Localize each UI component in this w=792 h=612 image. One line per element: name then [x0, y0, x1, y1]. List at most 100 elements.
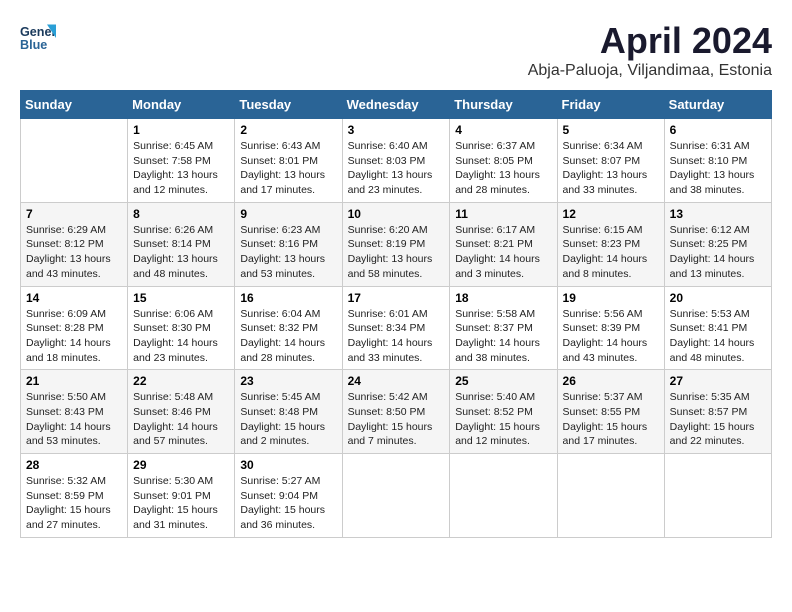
day-number: 11 — [455, 207, 551, 221]
day-info: Sunrise: 6:23 AMSunset: 8:16 PMDaylight:… — [240, 223, 336, 282]
day-number: 27 — [670, 374, 766, 388]
calendar-day-cell — [21, 119, 128, 203]
day-number: 6 — [670, 123, 766, 137]
calendar-day-cell: 2 Sunrise: 6:43 AMSunset: 8:01 PMDaylight… — [235, 119, 342, 203]
month-title: April 2024 — [528, 20, 772, 62]
calendar-day-cell: 14 Sunrise: 6:09 AMSunset: 8:28 PMDayligh… — [21, 286, 128, 370]
day-info: Sunrise: 6:45 AMSunset: 7:58 PMDaylight:… — [133, 139, 229, 198]
calendar-day-cell: 30 Sunrise: 5:27 AMSunset: 9:04 PMDayligh… — [235, 454, 342, 538]
day-number: 5 — [563, 123, 659, 137]
day-number: 18 — [455, 291, 551, 305]
day-number: 1 — [133, 123, 229, 137]
day-number: 16 — [240, 291, 336, 305]
calendar-day-cell: 1 Sunrise: 6:45 AMSunset: 7:58 PMDaylight… — [128, 119, 235, 203]
calendar-week-row: 7 Sunrise: 6:29 AMSunset: 8:12 PMDaylight… — [21, 202, 772, 286]
day-number: 20 — [670, 291, 766, 305]
title-area: April 2024 Abja-Paluoja, Viljandimaa, Es… — [528, 20, 772, 80]
day-info: Sunrise: 5:37 AMSunset: 8:55 PMDaylight:… — [563, 390, 659, 449]
day-info: Sunrise: 5:27 AMSunset: 9:04 PMDaylight:… — [240, 474, 336, 533]
day-number: 23 — [240, 374, 336, 388]
calendar-day-cell: 22 Sunrise: 5:48 AMSunset: 8:46 PMDayligh… — [128, 370, 235, 454]
day-number: 9 — [240, 207, 336, 221]
calendar-day-cell: 19Sunrise: 5:56 AMSunset: 8:39 PMDayligh… — [557, 286, 664, 370]
day-info: Sunrise: 5:58 AMSunset: 8:37 PMDaylight:… — [455, 307, 551, 366]
calendar-day-cell: 6 Sunrise: 6:31 AMSunset: 8:10 PMDaylight… — [664, 119, 771, 203]
day-info: Sunrise: 5:35 AMSunset: 8:57 PMDaylight:… — [670, 390, 766, 449]
calendar-day-cell: 18 Sunrise: 5:58 AMSunset: 8:37 PMDayligh… — [450, 286, 557, 370]
day-number: 7 — [26, 207, 122, 221]
day-info: Sunrise: 6:12 AMSunset: 8:25 PMDaylight:… — [670, 223, 766, 282]
day-info: Sunrise: 6:15 AMSunset: 8:23 PMDaylight:… — [563, 223, 659, 282]
day-number: 3 — [348, 123, 445, 137]
calendar-body: 1 Sunrise: 6:45 AMSunset: 7:58 PMDaylight… — [21, 119, 772, 538]
logo: General Blue General Blue — [20, 20, 56, 56]
day-number: 12 — [563, 207, 659, 221]
calendar-day-cell — [557, 454, 664, 538]
calendar-day-cell: 21 Sunrise: 5:50 AMSunset: 8:43 PMDayligh… — [21, 370, 128, 454]
day-number: 22 — [133, 374, 229, 388]
dow-cell: Sunday — [21, 91, 128, 119]
calendar-day-cell: 26 Sunrise: 5:37 AMSunset: 8:55 PMDayligh… — [557, 370, 664, 454]
calendar-day-cell — [664, 454, 771, 538]
day-info: Sunrise: 6:29 AMSunset: 8:12 PMDaylight:… — [26, 223, 122, 282]
day-number: 24 — [348, 374, 445, 388]
calendar-table: SundayMondayTuesdayWednesdayThursdayFrid… — [20, 90, 772, 538]
day-number: 13 — [670, 207, 766, 221]
calendar-day-cell: 20 Sunrise: 5:53 AMSunset: 8:41 PMDayligh… — [664, 286, 771, 370]
calendar-day-cell: 9 Sunrise: 6:23 AMSunset: 8:16 PMDaylight… — [235, 202, 342, 286]
day-number: 19 — [563, 291, 659, 305]
day-number: 14 — [26, 291, 122, 305]
day-info: Sunrise: 5:45 AMSunset: 8:48 PMDaylight:… — [240, 390, 336, 449]
day-info: Sunrise: 5:53 AMSunset: 8:41 PMDaylight:… — [670, 307, 766, 366]
day-number: 28 — [26, 458, 122, 472]
day-info: Sunrise: 6:43 AMSunset: 8:01 PMDaylight:… — [240, 139, 336, 198]
calendar-day-cell — [342, 454, 450, 538]
day-number: 17 — [348, 291, 445, 305]
calendar-day-cell — [450, 454, 557, 538]
calendar-week-row: 21 Sunrise: 5:50 AMSunset: 8:43 PMDayligh… — [21, 370, 772, 454]
day-info: Sunrise: 6:31 AMSunset: 8:10 PMDaylight:… — [670, 139, 766, 198]
logo-icon: General Blue — [20, 20, 56, 56]
calendar-day-cell: 3 Sunrise: 6:40 AMSunset: 8:03 PMDaylight… — [342, 119, 450, 203]
day-info: Sunrise: 5:30 AMSunset: 9:01 PMDaylight:… — [133, 474, 229, 533]
location-title: Abja-Paluoja, Viljandimaa, Estonia — [528, 62, 772, 80]
day-number: 25 — [455, 374, 551, 388]
calendar-day-cell: 8Sunrise: 6:26 AMSunset: 8:14 PMDaylight… — [128, 202, 235, 286]
day-info: Sunrise: 5:50 AMSunset: 8:43 PMDaylight:… — [26, 390, 122, 449]
day-number: 30 — [240, 458, 336, 472]
calendar-day-cell: 12 Sunrise: 6:15 AMSunset: 8:23 PMDayligh… — [557, 202, 664, 286]
calendar-day-cell: 27 Sunrise: 5:35 AMSunset: 8:57 PMDayligh… — [664, 370, 771, 454]
day-info: Sunrise: 5:40 AMSunset: 8:52 PMDaylight:… — [455, 390, 551, 449]
day-number: 2 — [240, 123, 336, 137]
calendar-day-cell: 13 Sunrise: 6:12 AMSunset: 8:25 PMDayligh… — [664, 202, 771, 286]
day-info: Sunrise: 6:17 AMSunset: 8:21 PMDaylight:… — [455, 223, 551, 282]
calendar-day-cell: 28 Sunrise: 5:32 AMSunset: 8:59 PMDayligh… — [21, 454, 128, 538]
page-header: General Blue General Blue April 2024 Abj… — [20, 20, 772, 80]
day-info: Sunrise: 6:09 AMSunset: 8:28 PMDaylight:… — [26, 307, 122, 366]
dow-cell: Saturday — [664, 91, 771, 119]
calendar-week-row: 28 Sunrise: 5:32 AMSunset: 8:59 PMDayligh… — [21, 454, 772, 538]
day-info: Sunrise: 6:40 AMSunset: 8:03 PMDaylight:… — [348, 139, 445, 198]
day-info: Sunrise: 6:01 AMSunset: 8:34 PMDaylight:… — [348, 307, 445, 366]
day-number: 21 — [26, 374, 122, 388]
calendar-day-cell: 11 Sunrise: 6:17 AMSunset: 8:21 PMDayligh… — [450, 202, 557, 286]
day-info: Sunrise: 6:04 AMSunset: 8:32 PMDaylight:… — [240, 307, 336, 366]
day-number: 10 — [348, 207, 445, 221]
day-info: Sunrise: 5:32 AMSunset: 8:59 PMDaylight:… — [26, 474, 122, 533]
calendar-week-row: 14 Sunrise: 6:09 AMSunset: 8:28 PMDayligh… — [21, 286, 772, 370]
calendar-day-cell: 24 Sunrise: 5:42 AMSunset: 8:50 PMDayligh… — [342, 370, 450, 454]
day-info: Sunrise: 5:48 AMSunset: 8:46 PMDaylight:… — [133, 390, 229, 449]
calendar-day-cell: 15Sunrise: 6:06 AMSunset: 8:30 PMDayligh… — [128, 286, 235, 370]
dow-cell: Monday — [128, 91, 235, 119]
calendar-day-cell: 17 Sunrise: 6:01 AMSunset: 8:34 PMDayligh… — [342, 286, 450, 370]
day-info: Sunrise: 5:42 AMSunset: 8:50 PMDaylight:… — [348, 390, 445, 449]
calendar-day-cell: 4Sunrise: 6:37 AMSunset: 8:05 PMDaylight… — [450, 119, 557, 203]
day-info: Sunrise: 6:34 AMSunset: 8:07 PMDaylight:… — [563, 139, 659, 198]
day-number: 26 — [563, 374, 659, 388]
calendar-day-cell: 7 Sunrise: 6:29 AMSunset: 8:12 PMDaylight… — [21, 202, 128, 286]
svg-text:Blue: Blue — [20, 38, 47, 52]
calendar-week-row: 1 Sunrise: 6:45 AMSunset: 7:58 PMDaylight… — [21, 119, 772, 203]
day-of-week-header: SundayMondayTuesdayWednesdayThursdayFrid… — [21, 91, 772, 119]
calendar-day-cell: 10Sunrise: 6:20 AMSunset: 8:19 PMDayligh… — [342, 202, 450, 286]
dow-cell: Tuesday — [235, 91, 342, 119]
